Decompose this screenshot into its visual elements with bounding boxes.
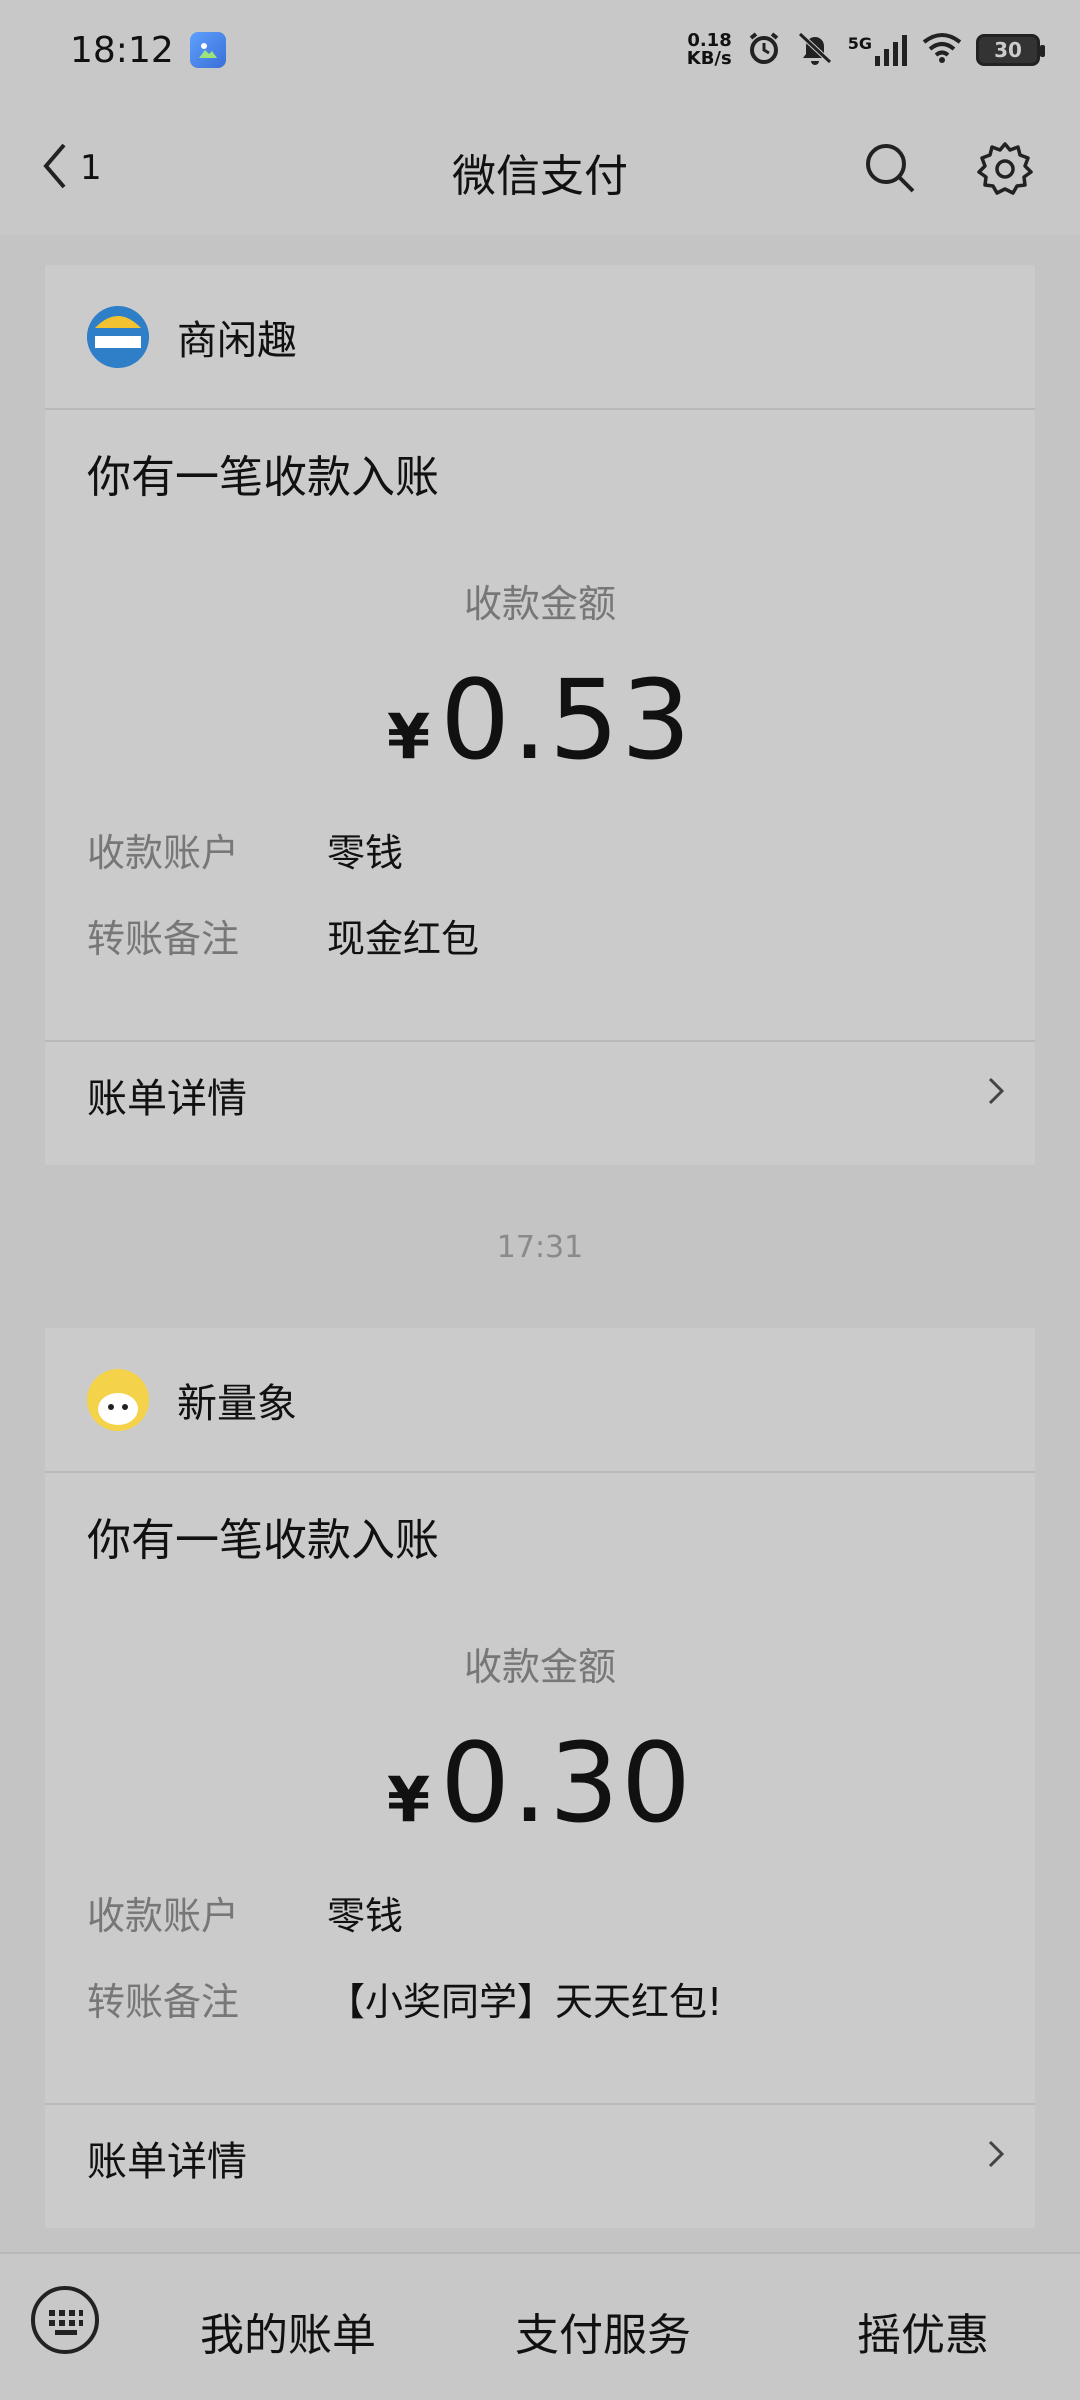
chevron-right-icon	[987, 1075, 1005, 1115]
account-value: 零钱	[327, 830, 404, 875]
chevron-right-icon	[987, 2138, 1005, 2178]
currency-symbol: ¥	[386, 700, 431, 773]
account-row: 收款账户 零钱	[87, 806, 993, 892]
account-label: 收款账户	[87, 830, 240, 875]
remark-value: 【小奖同学】天天红包!	[327, 1979, 723, 2024]
net-speed: 0.18 KB/s	[687, 32, 732, 68]
mute-icon	[796, 30, 834, 71]
bill-detail-label: 账单详情	[87, 2139, 247, 2185]
battery-icon: 30	[976, 34, 1045, 66]
amount-label: 收款金额	[463, 1645, 616, 1689]
alarm-icon	[746, 30, 782, 71]
settings-button[interactable]	[965, 130, 1045, 210]
currency-symbol: ¥	[386, 1763, 431, 1836]
merchant-header[interactable]: 新量象	[45, 1328, 1035, 1473]
notice-title: 你有一笔收款入账	[87, 452, 439, 503]
amount-value: 0.53	[440, 656, 694, 784]
signal-icon: 5G	[848, 34, 908, 66]
remark-row: 转账备注 【小奖同学】天天红包!	[87, 1955, 993, 2041]
message-body: 你有一笔收款入账 收款金额 ¥ 0.53 收款账户 零钱 转账备注 现金红包	[45, 410, 1035, 978]
gallery-app-icon	[189, 32, 226, 68]
status-time: 18:12	[70, 29, 174, 71]
header: 1 微信支付	[0, 100, 1080, 235]
account-row: 收款账户 零钱	[87, 1869, 993, 1955]
amount-value: 0.30	[440, 1719, 694, 1847]
net-speed-unit: KB/s	[686, 48, 732, 69]
merchant-name: 新量象	[177, 1380, 297, 1427]
bottom-menu-bar: 我的账单 支付服务 摇优惠	[0, 2252, 1080, 2400]
tab-my-bills[interactable]: 我的账单	[200, 2299, 376, 2363]
payment-message-card[interactable]: 新量象 你有一笔收款入账 收款金额 ¥ 0.30 收款账户 零钱 转账备注 【小…	[45, 1328, 1035, 2228]
amount-label: 收款金额	[463, 582, 616, 626]
search-icon	[863, 141, 917, 199]
merchant-logo-icon	[87, 305, 149, 368]
merchant-name: 商闲趣	[177, 317, 297, 364]
amount-row: ¥ 0.30	[87, 1719, 993, 1847]
gear-icon	[977, 140, 1033, 200]
status-right: 0.18 KB/s 5G 30	[687, 30, 1045, 71]
merchant-logo-icon	[87, 1368, 149, 1431]
wifi-icon	[922, 32, 962, 69]
remark-label: 转账备注	[87, 1979, 240, 2024]
status-left: 18:12	[70, 30, 226, 71]
keyboard-icon	[29, 2284, 101, 2360]
tab-shake-deals[interactable]: 摇优惠	[857, 2299, 989, 2363]
message-timestamp: 17:31	[496, 1230, 584, 1265]
amount-row: ¥ 0.53	[87, 656, 993, 784]
tab-payment-services[interactable]: 支付服务	[515, 2299, 691, 2363]
merchant-header[interactable]: 商闲趣	[45, 265, 1035, 410]
payment-message-card[interactable]: 商闲趣 你有一笔收款入账 收款金额 ¥ 0.53 收款账户 零钱 转账备注 现金…	[45, 265, 1035, 1165]
account-value: 零钱	[327, 1893, 404, 1938]
search-button[interactable]	[850, 130, 930, 210]
remark-label: 转账备注	[87, 916, 240, 961]
status-bar: 18:12 0.18 KB/s 5G 30	[0, 0, 1080, 100]
bill-detail-link[interactable]: 账单详情	[45, 1040, 1035, 1148]
keyboard-toggle-button[interactable]	[25, 2282, 105, 2362]
account-label: 收款账户	[87, 1893, 240, 1938]
remark-value: 现金红包	[327, 916, 480, 961]
notice-title: 你有一笔收款入账	[87, 1515, 439, 1566]
message-body: 你有一笔收款入账 收款金额 ¥ 0.30 收款账户 零钱 转账备注 【小奖同学】…	[45, 1473, 1035, 2041]
network-type: 5G	[847, 34, 872, 53]
remark-row: 转账备注 现金红包	[87, 892, 993, 978]
bill-detail-link[interactable]: 账单详情	[45, 2103, 1035, 2211]
bill-detail-label: 账单详情	[87, 1076, 247, 1122]
